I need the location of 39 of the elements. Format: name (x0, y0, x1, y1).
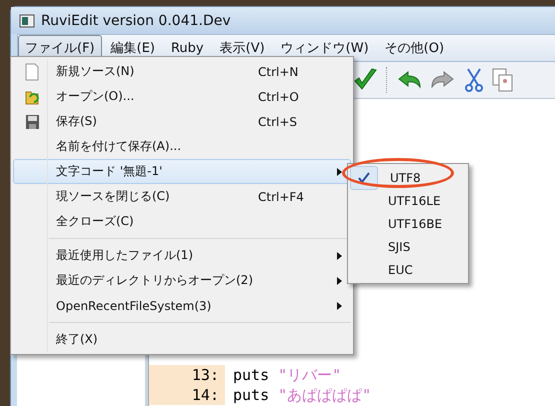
code-keyword: puts (232, 366, 270, 384)
menu-item[interactable]: 現ソースを閉じる(C) Ctrl+F4 (13, 184, 351, 209)
redo-arrow-icon (430, 69, 456, 91)
menu-item[interactable]: 保存(S) Ctrl+S (13, 109, 351, 134)
app-icon (19, 14, 35, 28)
line-number: 14: (149, 385, 225, 405)
submenu-arrow-icon (336, 276, 342, 284)
menu-item[interactable]: EUC (350, 258, 466, 281)
submenu-arrow-icon (336, 168, 342, 176)
menu-bar-item[interactable]: Ruby (164, 36, 211, 60)
window-title: RuviEdit version 0.041.Dev (41, 12, 231, 28)
documents-icon (492, 67, 514, 93)
menu-item[interactable]: 終了(X) (13, 327, 351, 352)
undo-arrow-icon (396, 69, 422, 91)
shortcut-text: Ctrl+O (258, 90, 299, 104)
shortcut-text: Ctrl+N (258, 64, 298, 78)
scissors-icon (464, 67, 484, 93)
menu-item[interactable]: UTF16LE (350, 189, 466, 212)
shortcut-text: Ctrl+F4 (258, 190, 304, 204)
shortcut-text: Ctrl+S (258, 114, 298, 128)
menu-item[interactable]: 最近のディレクトリからオープン(2) (13, 268, 351, 293)
blank-page-icon (24, 62, 40, 80)
menu-item[interactable]: SJIS (350, 235, 466, 258)
submenu-arrow-icon (336, 252, 342, 260)
code-keyword: puts (232, 386, 270, 404)
submenu-arrow-icon (336, 302, 342, 310)
menu-item[interactable]: UTF8 (350, 166, 466, 189)
menu-item[interactable]: UTF16BE (350, 212, 466, 235)
menu-item[interactable]: 新規ソース(N) Ctrl+N (13, 59, 351, 84)
code-string: "あぱぱぱぱ" (278, 386, 372, 404)
menu-item[interactable]: オープン(O)... Ctrl+O (13, 84, 351, 109)
menu-item[interactable]: 全クローズ(C) (13, 209, 351, 234)
line-number: 13: (149, 365, 225, 385)
menu-item[interactable]: 名前を付けて保存(A)... (13, 134, 351, 159)
menu-item[interactable]: 文字コード '無題-1' (13, 159, 351, 184)
menu-item[interactable]: 最近使用したファイル(1) (13, 243, 351, 268)
menu-bar-item[interactable]: その他(O) (378, 35, 452, 61)
code-string: "リバー" (278, 366, 342, 384)
menu-item[interactable]: OpenRecentFileSystem(3) (13, 293, 351, 318)
